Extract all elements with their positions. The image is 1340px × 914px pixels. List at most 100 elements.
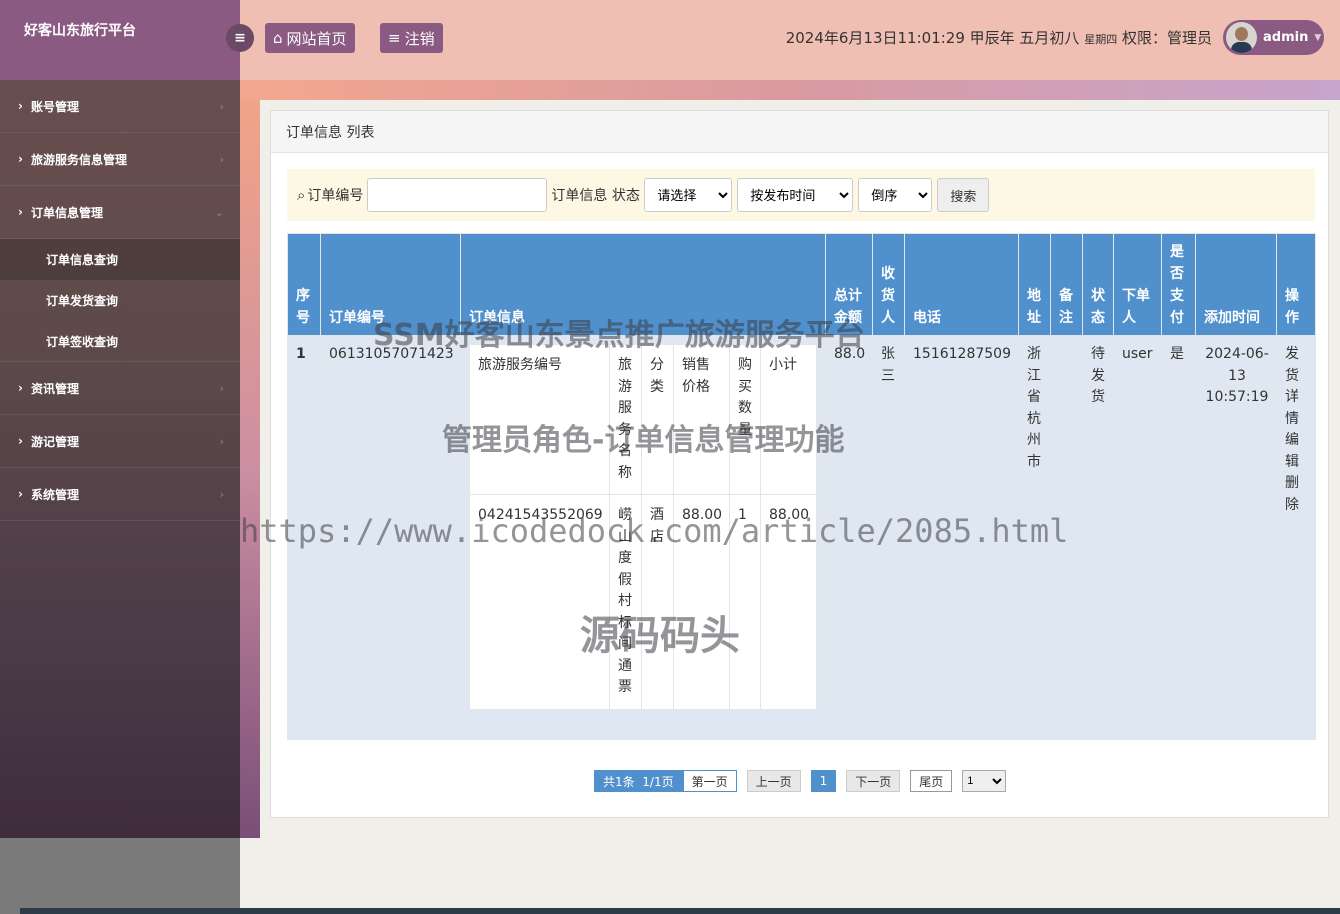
column-header: 下单人 — [1113, 233, 1162, 336]
column-header: 状态 — [1082, 233, 1114, 336]
column-header: 是否支付 — [1161, 233, 1196, 336]
panel-title: 订单信息 列表 — [271, 111, 1328, 153]
cell-phone: 15161287509 — [904, 335, 1019, 740]
topbar: ⌂ 网站首页 ≡ 注销 2024年6月13日11:01:29 甲辰年 五月初八 星期… — [240, 0, 1340, 80]
sidebar: 好客山东旅行平台 ≡ › 账号管理 › › 旅游服务信息管理 › › 订单信息管理 ⌄ 订单… — [0, 0, 254, 838]
items-cell: 88.00 — [673, 494, 730, 710]
sort-select[interactable]: 按发布时间 — [737, 178, 854, 212]
items-cell: 1 — [729, 494, 761, 710]
status-select[interactable]: 请选择 — [644, 178, 733, 212]
chevron-right-icon: › — [219, 487, 224, 501]
panel-title-text: 订单信息 列表 — [286, 124, 375, 141]
sidebar-item-label: 游记管理 — [30, 434, 79, 449]
edit-link[interactable]: 编辑 — [1285, 430, 1309, 473]
table-row: 1 06131057071423 旅游服务编号 旅游服务名称 分类 销售价格 购… — [287, 335, 1316, 740]
first-page-button[interactable]: 第一页 — [682, 770, 737, 792]
table-header-row: 序号 订单编号 订单信息 总计金额 收货人 电话 地址 备注 状态 下单人 是否… — [287, 233, 1316, 336]
chevron-right-icon: › — [18, 434, 23, 448]
column-header: 备注 — [1050, 233, 1083, 336]
items-column-header: 分类 — [641, 344, 674, 495]
sidebar-subitem-order-receive[interactable]: 订单签收查询 — [0, 321, 240, 362]
sidebar-item-order[interactable]: › 订单信息管理 ⌄ — [0, 186, 240, 239]
search-button[interactable]: 搜索 — [937, 178, 990, 212]
detail-link[interactable]: 详情 — [1285, 387, 1309, 430]
user-menu[interactable]: admin ▼ — [1223, 20, 1324, 55]
pagination: 共1条 1/1页 第一页 上一页 1 下一页 尾页 1 — [594, 770, 1007, 792]
current-page[interactable]: 1 — [810, 770, 837, 792]
sidebar-item-label: 账号管理 — [30, 99, 79, 114]
sidebar-item-system[interactable]: › 系统管理 › — [0, 468, 240, 521]
sidebar-subitem-label: 订单信息查询 — [46, 253, 119, 267]
cell-order-no: 06131057071423 — [320, 335, 461, 740]
cell-order-info: 旅游服务编号 旅游服务名称 分类 销售价格 购买数量 小计 0424154355… — [460, 335, 826, 740]
bottom-scrollbar[interactable] — [20, 908, 1340, 914]
role-text: 权限：管理员 — [1121, 29, 1212, 47]
sidebar-item-account[interactable]: › 账号管理 › — [0, 80, 240, 133]
cell-index: 1 — [287, 335, 321, 740]
items-cell: 酒店 — [641, 494, 674, 710]
chevron-right-icon: › — [219, 381, 224, 395]
sidebar-item-label: 系统管理 — [30, 487, 79, 502]
weekday-text: 星期四 — [1084, 33, 1118, 46]
brand-text: 好客山东旅行平台 — [24, 23, 136, 39]
datetime-text: 2024年6月13日11:01:29 甲辰年 五月初八 — [785, 29, 1080, 47]
column-header: 收货人 — [872, 233, 905, 336]
sidebar-subitem-order-ship[interactable]: 订单发货查询 — [0, 280, 240, 321]
items-cell: 04241543552069 — [469, 494, 610, 710]
cell-total: 88.0 — [825, 335, 873, 740]
sidebar-subitem-order-query[interactable]: 订单信息查询 — [0, 239, 240, 280]
chevron-down-icon: ⌄ — [214, 205, 224, 219]
sidebar-item-label: 旅游服务信息管理 — [30, 152, 127, 167]
next-page-button[interactable]: 下一页 — [846, 770, 901, 792]
chevron-right-icon: › — [18, 381, 23, 395]
cell-receiver: 张三 — [872, 335, 905, 740]
column-header: 订单编号 — [320, 233, 461, 336]
logout-button-label: 注销 — [404, 29, 435, 48]
chevron-right-icon: › — [219, 99, 224, 113]
column-header: 操作 — [1276, 233, 1316, 336]
page-select[interactable]: 1 — [962, 770, 1007, 792]
home-icon: ⌂ — [273, 29, 283, 47]
items-column-header: 小计 — [760, 344, 817, 495]
last-page-button[interactable]: 尾页 — [910, 770, 953, 792]
logout-button[interactable]: ≡ 注销 — [380, 23, 443, 53]
sidebar-subitem-label: 订单发货查询 — [46, 294, 119, 308]
order-no-input[interactable] — [367, 178, 548, 212]
filter-bar: ⌕ 订单编号 订单信息 状态 请选择 按发布时间 倒序 搜索 — [287, 169, 1315, 221]
column-header: 电话 — [904, 233, 1019, 336]
chevron-right-icon: › — [18, 487, 23, 501]
order-list-panel: 订单信息 列表 ⌕ 订单编号 订单信息 状态 请选择 按发布时间 倒序 搜索 序… — [270, 110, 1329, 818]
sidebar-subitem-label: 订单签收查询 — [46, 334, 119, 349]
status-label: 状态 — [611, 188, 640, 204]
sidebar-item-news[interactable]: › 资讯管理 › — [0, 362, 240, 415]
sidebar-item-label: 资讯管理 — [30, 381, 79, 396]
page-summary: 共1条 1/1页 — [594, 770, 683, 792]
cell-remark — [1050, 335, 1083, 740]
row-index: 1 — [296, 346, 306, 362]
home-button[interactable]: ⌂ 网站首页 — [265, 23, 355, 53]
order-table: 序号 订单编号 订单信息 总计金额 收货人 电话 地址 备注 状态 下单人 是否… — [287, 233, 1316, 740]
search-icon: ⌕ — [297, 186, 306, 204]
cell-added: 2024-06-13 10:57:19 — [1195, 335, 1277, 740]
delete-link[interactable]: 删除 — [1285, 473, 1309, 516]
prev-page-button[interactable]: 上一页 — [746, 770, 801, 792]
column-header: 序号 — [287, 233, 321, 336]
items-column-header: 销售价格 — [673, 344, 730, 495]
sidebar-item-travelogue[interactable]: › 游记管理 › — [0, 415, 240, 468]
sidebar-item-travel-service[interactable]: › 旅游服务信息管理 › — [0, 133, 240, 186]
chevron-right-icon: › — [219, 434, 224, 448]
main-content: 订单信息 列表 ⌕ 订单编号 订单信息 状态 请选择 按发布时间 倒序 搜索 序… — [260, 100, 1340, 914]
items-column-header: 旅游服务名称 — [609, 344, 642, 495]
chevron-right-icon: › — [219, 152, 224, 166]
order-no-label: 订单编号 — [307, 188, 364, 204]
content-left-gradient — [240, 100, 260, 838]
sidebar-item-label: 订单信息管理 — [30, 205, 103, 220]
items-column-header: 购买数量 — [729, 344, 761, 495]
brand-title: 好客山东旅行平台 ≡ — [0, 0, 254, 80]
menu-toggle-icon[interactable]: ≡ — [226, 24, 254, 52]
cell-address: 浙江省杭州市 — [1018, 335, 1051, 740]
search-button-label: 搜索 — [950, 189, 977, 205]
column-header: 地址 — [1018, 233, 1051, 336]
order-select[interactable]: 倒序 — [858, 178, 933, 212]
ship-link[interactable]: 发货 — [1285, 344, 1309, 387]
